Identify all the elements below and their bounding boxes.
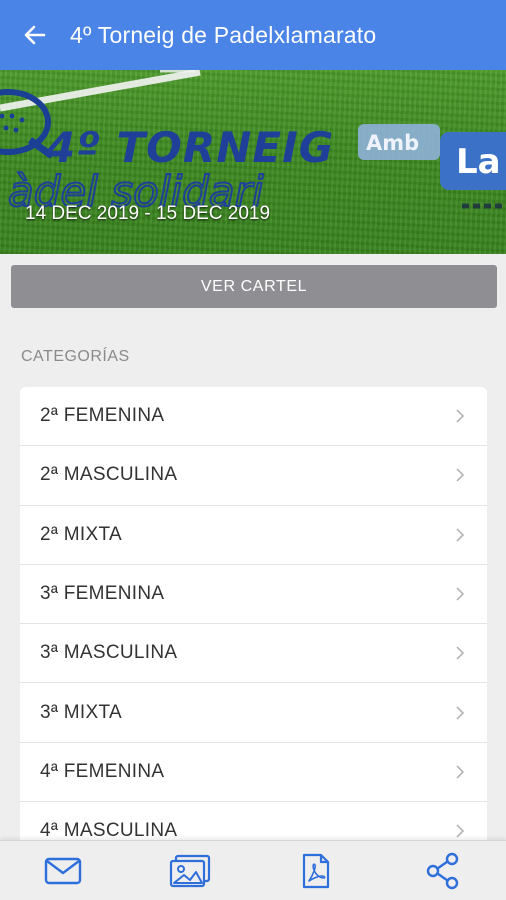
- category-label: 2ª MASCULINA: [40, 464, 178, 486]
- bottom-toolbar: [0, 840, 506, 900]
- ver-cartel-button[interactable]: VER CARTEL: [11, 265, 497, 308]
- category-item[interactable]: 3ª FEMENINA: [20, 565, 487, 625]
- categories-list: 2ª FEMENINA 2ª MASCULINA 2ª MIXTA 3ª FEM…: [20, 387, 487, 862]
- categories-header: CATEGORÍAS: [21, 348, 130, 365]
- category-item[interactable]: 3ª MASCULINA: [20, 624, 487, 684]
- category-item[interactable]: 4ª FEMENINA: [20, 743, 487, 803]
- gallery-icon: [169, 854, 210, 887]
- category-label: 4ª MASCULINA: [40, 820, 178, 842]
- category-item[interactable]: 3ª MIXTA: [20, 683, 487, 743]
- banner-tag-amb: Amb: [366, 131, 419, 155]
- pdf-button[interactable]: [286, 841, 346, 900]
- category-item[interactable]: 2ª MIXTA: [20, 506, 487, 565]
- mail-button[interactable]: [33, 841, 93, 900]
- tournament-banner: 4º TORNEIG àdel solidari Amb La 14 DEC 2…: [0, 70, 506, 254]
- banner-tag-la: La: [456, 142, 501, 182]
- arrow-left-icon: [24, 25, 46, 45]
- chevron-right-icon: [456, 646, 465, 660]
- banner-headline-1: 4º TORNEIG: [45, 123, 334, 172]
- chevron-right-icon: [456, 468, 465, 483]
- category-label: 2ª FEMENINA: [40, 405, 165, 427]
- pdf-icon: [303, 853, 330, 888]
- chevron-right-icon: [456, 409, 465, 423]
- share-button[interactable]: [413, 841, 473, 900]
- gallery-button[interactable]: [160, 841, 220, 900]
- page-title: 4º Torneig de Padelxlamarato: [70, 21, 377, 48]
- chevron-right-icon: [456, 706, 465, 720]
- chevron-right-icon: [456, 528, 465, 542]
- chevron-right-icon: [456, 824, 465, 838]
- category-label: 3ª MASCULINA: [40, 642, 178, 664]
- app-bar: 4º Torneig de Padelxlamarato: [0, 0, 506, 70]
- back-button[interactable]: [0, 0, 70, 70]
- category-item[interactable]: 2ª FEMENINA: [20, 387, 487, 447]
- share-icon: [426, 852, 458, 889]
- category-label: 4ª FEMENINA: [40, 760, 165, 782]
- category-label: 3ª FEMENINA: [40, 583, 165, 605]
- category-label: 2ª MIXTA: [40, 523, 122, 545]
- tournament-dates: 14 DEC 2019 - 15 DEC 2019: [25, 203, 271, 224]
- banner-artwork: 4º TORNEIG àdel solidari Amb La: [0, 70, 506, 217]
- chevron-right-icon: [456, 765, 465, 779]
- category-label: 3ª MIXTA: [40, 701, 122, 723]
- category-item[interactable]: 2ª MASCULINA: [20, 446, 487, 506]
- chevron-right-icon: [456, 587, 465, 601]
- mail-icon: [45, 857, 82, 884]
